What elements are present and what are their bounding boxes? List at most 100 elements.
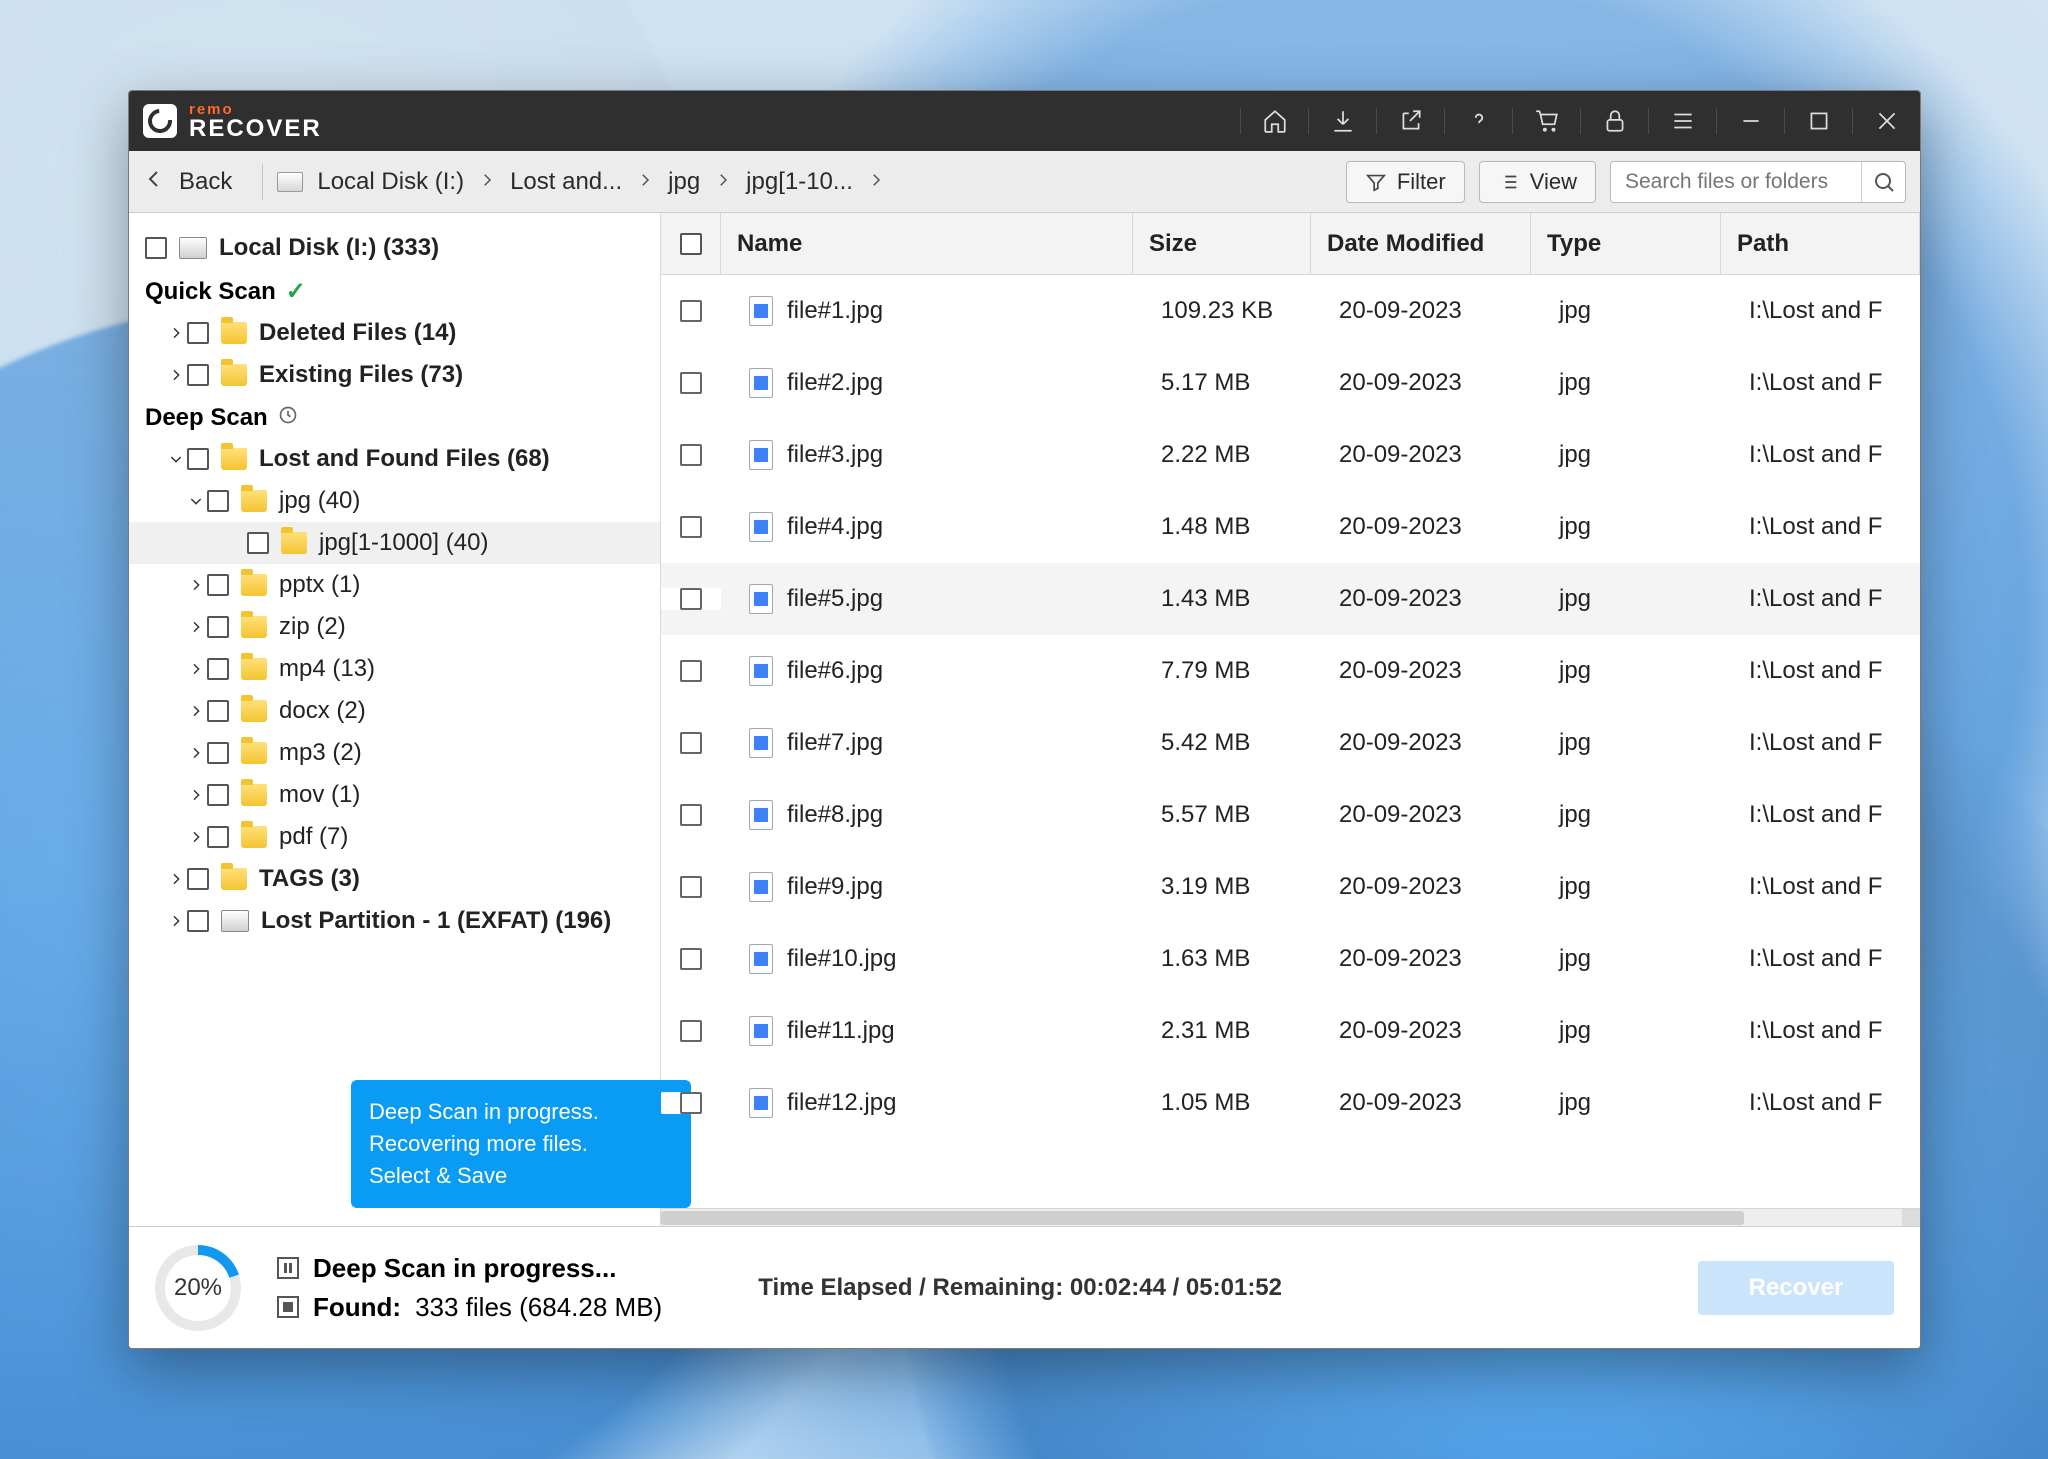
chevron-right-icon[interactable] (165, 871, 187, 887)
minimize-button[interactable] (1716, 108, 1784, 134)
table-row[interactable]: file#1.jpg109.23 KB20-09-2023jpgI:\Lost … (661, 275, 1920, 347)
view-button[interactable]: View (1479, 161, 1596, 203)
chevron-right-icon[interactable] (185, 829, 207, 845)
checkbox[interactable] (207, 700, 229, 722)
checkbox[interactable] (187, 364, 209, 386)
tree-item[interactable]: zip (2) (129, 606, 660, 648)
tree-item-existing[interactable]: Existing Files (73) (129, 354, 660, 396)
col-type[interactable]: Type (1531, 213, 1721, 274)
table-row[interactable]: file#12.jpg1.05 MB20-09-2023jpgI:\Lost a… (661, 1067, 1920, 1139)
chevron-right-icon[interactable] (185, 661, 207, 677)
checkbox[interactable] (187, 448, 209, 470)
scrollbar-thumb[interactable] (661, 1211, 1744, 1225)
chevron-down-icon[interactable] (165, 451, 187, 467)
tree-item-deleted[interactable]: Deleted Files (14) (129, 312, 660, 354)
row-checkbox[interactable] (680, 372, 702, 394)
tree-label: jpg[1-1000] (40) (319, 529, 488, 557)
checkbox[interactable] (207, 574, 229, 596)
pause-button[interactable] (277, 1257, 299, 1279)
checkbox[interactable] (247, 532, 269, 554)
crumb-0[interactable]: Local Disk (I:) (317, 168, 464, 196)
crumb-3[interactable]: jpg[1-10... (746, 168, 853, 196)
scrollbar-grip[interactable] (1902, 1209, 1920, 1226)
chevron-down-icon[interactable] (185, 493, 207, 509)
tree-item-tags[interactable]: TAGS (3) (129, 858, 660, 900)
view-label: View (1530, 169, 1577, 195)
checkbox[interactable] (207, 784, 229, 806)
tree-item[interactable]: pptx (1) (129, 564, 660, 606)
cart-button[interactable] (1512, 108, 1580, 134)
tree-item-jpg[interactable]: jpg (40) (129, 480, 660, 522)
checkbox[interactable] (207, 658, 229, 680)
chevron-right-icon[interactable] (185, 577, 207, 593)
tree-item[interactable]: mp4 (13) (129, 648, 660, 690)
search-button[interactable] (1861, 162, 1905, 202)
tree-item[interactable]: docx (2) (129, 690, 660, 732)
tree-item[interactable]: mp3 (2) (129, 732, 660, 774)
home-button[interactable] (1240, 108, 1308, 134)
chevron-right-icon[interactable] (165, 913, 187, 929)
row-checkbox[interactable] (680, 1020, 702, 1042)
crumb-1[interactable]: Lost and... (510, 168, 622, 196)
horizontal-scrollbar[interactable] (661, 1208, 1920, 1226)
row-checkbox[interactable] (680, 948, 702, 970)
chevron-right-icon[interactable] (185, 619, 207, 635)
table-row[interactable]: file#7.jpg5.42 MB20-09-2023jpgI:\Lost an… (661, 707, 1920, 779)
menu-button[interactable] (1648, 108, 1716, 134)
close-button[interactable] (1852, 108, 1920, 134)
help-button[interactable] (1444, 108, 1512, 134)
col-name[interactable]: Name (721, 213, 1133, 274)
checkbox[interactable] (207, 826, 229, 848)
table-row[interactable]: file#2.jpg5.17 MB20-09-2023jpgI:\Lost an… (661, 347, 1920, 419)
row-checkbox[interactable] (680, 876, 702, 898)
chevron-right-icon[interactable] (165, 367, 187, 383)
table-row[interactable]: file#9.jpg3.19 MB20-09-2023jpgI:\Lost an… (661, 851, 1920, 923)
checkbox[interactable] (207, 616, 229, 638)
row-checkbox[interactable] (680, 660, 702, 682)
row-checkbox[interactable] (680, 804, 702, 826)
checkbox[interactable] (187, 322, 209, 344)
download-button[interactable] (1308, 108, 1376, 134)
row-checkbox[interactable] (680, 444, 702, 466)
crumb-2[interactable]: jpg (668, 168, 700, 196)
tree-item[interactable]: pdf (7) (129, 816, 660, 858)
checkbox[interactable] (207, 490, 229, 512)
chevron-right-icon[interactable] (165, 325, 187, 341)
chevron-right-icon[interactable] (185, 745, 207, 761)
tree-item[interactable]: mov (1) (129, 774, 660, 816)
checkbox[interactable] (145, 237, 167, 259)
search-input[interactable] (1611, 162, 1861, 202)
tree-item-lost-partition[interactable]: Lost Partition - 1 (EXFAT) (196) (129, 900, 660, 942)
col-path[interactable]: Path (1721, 213, 1920, 274)
export-button[interactable] (1376, 108, 1444, 134)
checkbox[interactable] (187, 868, 209, 890)
row-checkbox[interactable] (680, 516, 702, 538)
lock-button[interactable] (1580, 108, 1648, 134)
table-row[interactable]: file#4.jpg1.48 MB20-09-2023jpgI:\Lost an… (661, 491, 1920, 563)
row-checkbox[interactable] (680, 588, 702, 610)
recover-button[interactable]: Recover (1698, 1261, 1894, 1315)
back-button[interactable]: Back (143, 167, 248, 196)
stop-button[interactable] (277, 1296, 299, 1318)
table-row[interactable]: file#3.jpg2.22 MB20-09-2023jpgI:\Lost an… (661, 419, 1920, 491)
tree-item-jpg-range[interactable]: jpg[1-1000] (40) (129, 522, 660, 564)
table-row[interactable]: file#11.jpg2.31 MB20-09-2023jpgI:\Lost a… (661, 995, 1920, 1067)
checkbox[interactable] (187, 910, 209, 932)
table-row[interactable]: file#6.jpg7.79 MB20-09-2023jpgI:\Lost an… (661, 635, 1920, 707)
col-size[interactable]: Size (1133, 213, 1311, 274)
table-row[interactable]: file#5.jpg1.43 MB20-09-2023jpgI:\Lost an… (661, 563, 1920, 635)
filter-button[interactable]: Filter (1346, 161, 1465, 203)
row-checkbox[interactable] (680, 1092, 702, 1114)
checkbox[interactable] (207, 742, 229, 764)
col-date[interactable]: Date Modified (1311, 213, 1531, 274)
table-row[interactable]: file#10.jpg1.63 MB20-09-2023jpgI:\Lost a… (661, 923, 1920, 995)
maximize-button[interactable] (1784, 108, 1852, 134)
row-checkbox[interactable] (680, 300, 702, 322)
chevron-right-icon[interactable] (185, 703, 207, 719)
tree-root[interactable]: Local Disk (I:) (333) (129, 227, 660, 269)
table-row[interactable]: file#8.jpg5.57 MB20-09-2023jpgI:\Lost an… (661, 779, 1920, 851)
select-all-checkbox[interactable] (680, 233, 702, 255)
row-checkbox[interactable] (680, 732, 702, 754)
chevron-right-icon[interactable] (185, 787, 207, 803)
tree-item-lostfound[interactable]: Lost and Found Files (68) (129, 438, 660, 480)
